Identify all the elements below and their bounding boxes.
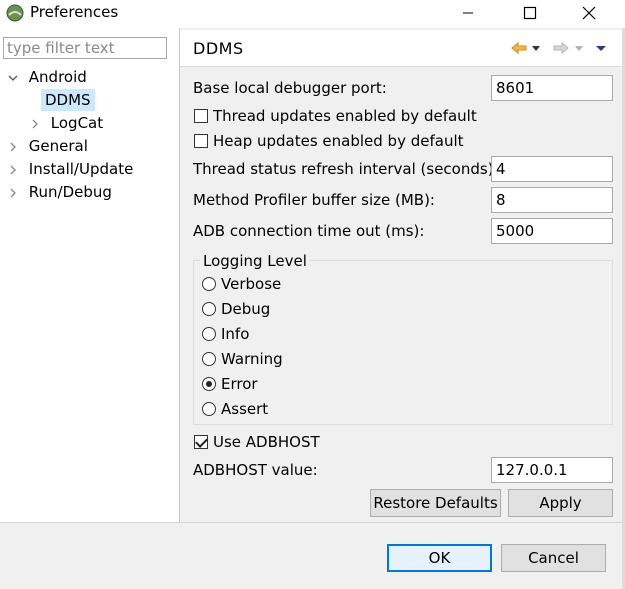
profiler-buffer-field[interactable]: 8 bbox=[491, 187, 613, 213]
tree-item-label: Run/Debug bbox=[28, 183, 112, 201]
adbhost-value-label: ADBHOST value: bbox=[193, 461, 318, 479]
close-button[interactable] bbox=[566, 0, 612, 26]
back-arrow-icon[interactable] bbox=[510, 39, 528, 57]
use-adbhost-label: Use ADBHOST bbox=[213, 433, 320, 451]
filter-input[interactable] bbox=[3, 37, 167, 59]
apply-button[interactable]: Apply bbox=[508, 489, 613, 517]
radio-label: Warning bbox=[221, 350, 283, 368]
close-icon bbox=[582, 6, 596, 20]
maximize-icon bbox=[523, 6, 537, 20]
tree-item-label: Install/Update bbox=[28, 160, 134, 178]
cancel-button[interactable]: Cancel bbox=[501, 544, 606, 572]
back-history-dropdown-icon[interactable] bbox=[530, 39, 542, 57]
chevron-right-icon bbox=[10, 142, 16, 151]
radio-label: Debug bbox=[221, 300, 271, 318]
radio-label: Error bbox=[221, 375, 258, 393]
tree-item-ddms[interactable]: DDMS bbox=[41, 89, 95, 111]
radio-label: Info bbox=[221, 325, 250, 343]
tree-item-label: LogCat bbox=[50, 114, 104, 132]
radio-label: Verbose bbox=[221, 275, 282, 293]
tree-item-run-debug[interactable]: Run/Debug bbox=[8, 181, 112, 203]
thread-refresh-label: Thread status refresh interval (seconds)… bbox=[193, 160, 499, 178]
eclipse-app-icon bbox=[6, 4, 24, 22]
debugger-port-label: Base local debugger port: bbox=[193, 79, 387, 97]
heap-updates-label: Heap updates enabled by default bbox=[213, 132, 464, 150]
heap-updates-checkbox[interactable] bbox=[194, 134, 208, 148]
tree-item-label: General bbox=[28, 137, 88, 155]
tree-item-android[interactable]: Android bbox=[8, 66, 87, 88]
radio-warning[interactable] bbox=[202, 352, 216, 366]
tree-item-label: Android bbox=[28, 68, 87, 86]
radio-verbose[interactable] bbox=[202, 277, 216, 291]
tree-item-logcat[interactable]: LogCat bbox=[30, 112, 103, 134]
radio-label: Assert bbox=[221, 400, 269, 418]
minimize-icon bbox=[463, 12, 473, 14]
restore-defaults-button[interactable]: Restore Defaults bbox=[370, 489, 501, 517]
view-menu-icon[interactable] bbox=[593, 39, 609, 57]
radio-assert[interactable] bbox=[202, 402, 216, 416]
chevron-right-icon bbox=[10, 165, 16, 174]
page-title: DDMS bbox=[193, 39, 244, 58]
chevron-right-icon bbox=[10, 188, 16, 197]
debugger-port-field[interactable]: 8601 bbox=[491, 75, 613, 101]
tree-item-general[interactable]: General bbox=[8, 135, 88, 157]
thread-updates-label: Thread updates enabled by default bbox=[213, 107, 477, 125]
tree-item-label: DDMS bbox=[45, 91, 91, 109]
adb-timeout-label: ADB connection time out (ms): bbox=[193, 222, 425, 240]
bottom-separator bbox=[0, 522, 625, 523]
radio-error[interactable] bbox=[202, 377, 216, 391]
profiler-buffer-label: Method Profiler buffer size (MB): bbox=[193, 191, 435, 209]
minimize-button[interactable] bbox=[445, 0, 491, 26]
forward-arrow-icon[interactable] bbox=[552, 39, 570, 57]
ok-button[interactable]: OK bbox=[387, 544, 492, 572]
radio-info[interactable] bbox=[202, 327, 216, 341]
thread-refresh-field[interactable]: 4 bbox=[491, 156, 613, 182]
tree-item-install-update[interactable]: Install/Update bbox=[8, 158, 133, 180]
chevron-right-icon bbox=[32, 119, 38, 128]
adb-timeout-field[interactable]: 5000 bbox=[491, 218, 613, 244]
adbhost-value-field[interactable]: 127.0.0.1 bbox=[491, 457, 613, 483]
maximize-button[interactable] bbox=[507, 0, 553, 26]
radio-debug[interactable] bbox=[202, 302, 216, 316]
window-title: Preferences bbox=[30, 3, 119, 21]
forward-history-dropdown-icon[interactable] bbox=[573, 39, 585, 57]
use-adbhost-checkbox[interactable] bbox=[194, 435, 208, 449]
thread-updates-checkbox[interactable] bbox=[194, 109, 208, 123]
logging-level-legend: Logging Level bbox=[200, 249, 310, 273]
chevron-down-icon bbox=[8, 75, 18, 81]
